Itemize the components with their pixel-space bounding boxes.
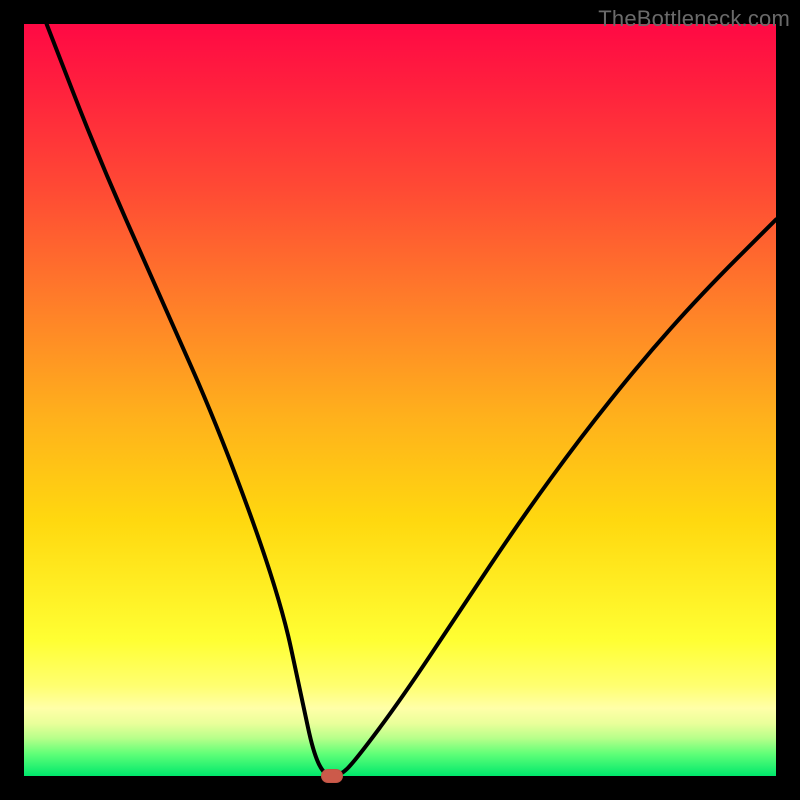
watermark-text: TheBottleneck.com (598, 6, 790, 32)
chart-plot-area (24, 24, 776, 776)
curve-svg (24, 24, 776, 776)
chart-frame: TheBottleneck.com (0, 0, 800, 800)
minimum-marker (321, 769, 343, 783)
bottleneck-curve (47, 24, 776, 776)
